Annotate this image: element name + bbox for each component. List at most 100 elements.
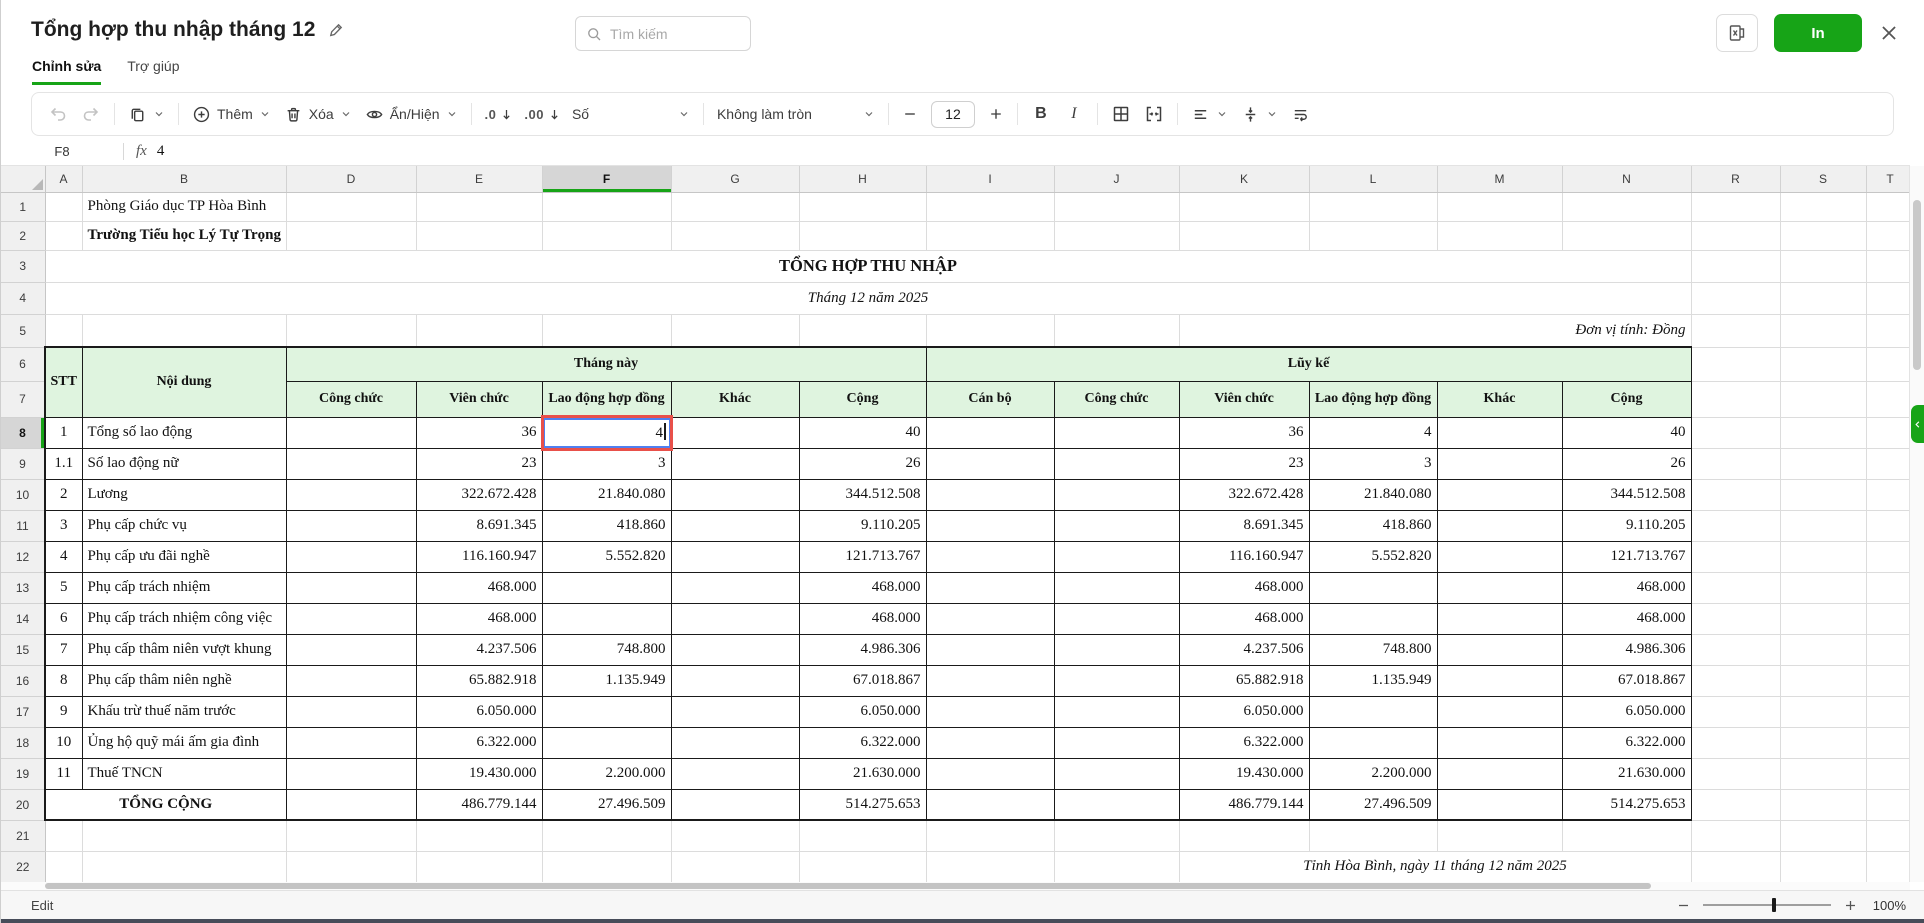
cell-G16[interactable]: [671, 665, 799, 696]
cell-T16[interactable]: [1866, 665, 1910, 696]
cell-K5[interactable]: Đơn vị tính: Đồng: [1179, 314, 1691, 347]
delete-button[interactable]: Xóa: [284, 105, 352, 124]
cell-reference-box[interactable]: F8: [1, 144, 123, 159]
cell-M9[interactable]: [1437, 448, 1562, 479]
cell-H15[interactable]: 4.986.306: [799, 634, 926, 665]
cell-R11[interactable]: [1691, 510, 1780, 541]
cell-S18[interactable]: [1780, 727, 1866, 758]
cell-S8[interactable]: [1780, 417, 1866, 448]
cell-T22[interactable]: [1866, 851, 1910, 882]
col-header-T[interactable]: T: [1866, 166, 1910, 192]
borders-button[interactable]: [1111, 104, 1131, 124]
search-input[interactable]: [610, 26, 740, 42]
font-size-decrease-button[interactable]: [902, 106, 918, 122]
cell-F17[interactable]: [542, 696, 671, 727]
search-box[interactable]: [575, 16, 751, 51]
vertical-scrollbar[interactable]: [1909, 166, 1924, 882]
cell-G5[interactable]: [671, 314, 799, 347]
export-excel-button[interactable]: [1716, 14, 1758, 52]
cell-L20[interactable]: 27.496.509: [1309, 789, 1437, 820]
cell-H9[interactable]: 26: [799, 448, 926, 479]
font-size-value[interactable]: 12: [931, 101, 975, 128]
cell-K18[interactable]: 6.322.000: [1179, 727, 1309, 758]
cell-T6[interactable]: [1866, 347, 1910, 381]
cell-H5[interactable]: [799, 314, 926, 347]
cell-D17[interactable]: [286, 696, 416, 727]
cell-J11[interactable]: [1054, 510, 1179, 541]
cell-K7[interactable]: Viên chức: [1179, 381, 1309, 417]
cell-N16[interactable]: 67.018.867: [1562, 665, 1691, 696]
cell-J18[interactable]: [1054, 727, 1179, 758]
col-header-F[interactable]: F: [542, 166, 671, 192]
zoom-slider[interactable]: [1703, 904, 1831, 906]
cell-F22[interactable]: [542, 851, 671, 882]
cell-S13[interactable]: [1780, 572, 1866, 603]
cell-S11[interactable]: [1780, 510, 1866, 541]
cell-I14[interactable]: [926, 603, 1054, 634]
zoom-in-button[interactable]: [1843, 898, 1858, 913]
cell-T18[interactable]: [1866, 727, 1910, 758]
cell-L16[interactable]: 1.135.949: [1309, 665, 1437, 696]
cell-H22[interactable]: [799, 851, 926, 882]
cell-J10[interactable]: [1054, 479, 1179, 510]
cell-T19[interactable]: [1866, 758, 1910, 789]
cell-M20[interactable]: [1437, 789, 1562, 820]
row-header-2[interactable]: 2: [1, 221, 45, 250]
cell-I19[interactable]: [926, 758, 1054, 789]
col-header-R[interactable]: R: [1691, 166, 1780, 192]
cell-R13[interactable]: [1691, 572, 1780, 603]
cell-K8[interactable]: 36: [1179, 417, 1309, 448]
cell-T20[interactable]: [1866, 789, 1910, 820]
cell-D19[interactable]: [286, 758, 416, 789]
cell-E5[interactable]: [416, 314, 542, 347]
cell-R20[interactable]: [1691, 789, 1780, 820]
vertical-align-dropdown[interactable]: [1241, 105, 1278, 124]
cell-E22[interactable]: [416, 851, 542, 882]
cell-G1[interactable]: [671, 192, 799, 221]
cell-N14[interactable]: 468.000: [1562, 603, 1691, 634]
cell-B13[interactable]: Phụ cấp trách nhiệm: [82, 572, 286, 603]
cell-R5[interactable]: [1691, 314, 1780, 347]
cell-S9[interactable]: [1780, 448, 1866, 479]
cell-N13[interactable]: 468.000: [1562, 572, 1691, 603]
cell-H20[interactable]: 514.275.653: [799, 789, 926, 820]
cell-K14[interactable]: 468.000: [1179, 603, 1309, 634]
cell-H2[interactable]: [799, 221, 926, 250]
cell-T7[interactable]: [1866, 381, 1910, 417]
cell-I8[interactable]: [926, 417, 1054, 448]
row-header-16[interactable]: 16: [1, 665, 45, 696]
cell-S3[interactable]: [1780, 250, 1866, 282]
cell-F7[interactable]: Lao động hợp đồng: [542, 381, 671, 417]
cell-G18[interactable]: [671, 727, 799, 758]
cell-M19[interactable]: [1437, 758, 1562, 789]
cell-K17[interactable]: 6.050.000: [1179, 696, 1309, 727]
row-header-15[interactable]: 15: [1, 634, 45, 665]
cell-E16[interactable]: 65.882.918: [416, 665, 542, 696]
bold-button[interactable]: B: [1031, 105, 1051, 123]
cell-J16[interactable]: [1054, 665, 1179, 696]
cell-D10[interactable]: [286, 479, 416, 510]
cell-E17[interactable]: 6.050.000: [416, 696, 542, 727]
cell-B1[interactable]: Phòng Giáo dục TP Hòa Bình: [82, 192, 286, 221]
cell-L15[interactable]: 748.800: [1309, 634, 1437, 665]
cell-J14[interactable]: [1054, 603, 1179, 634]
italic-button[interactable]: I: [1064, 105, 1084, 123]
cell-B12[interactable]: Phụ cấp ưu đãi nghề: [82, 541, 286, 572]
row-header-1[interactable]: 1: [1, 192, 45, 221]
cell-T17[interactable]: [1866, 696, 1910, 727]
cell-A18[interactable]: 10: [45, 727, 82, 758]
cell-I15[interactable]: [926, 634, 1054, 665]
cell-F18[interactable]: [542, 727, 671, 758]
col-header-N[interactable]: N: [1562, 166, 1691, 192]
cell-R4[interactable]: [1691, 282, 1780, 314]
cell-I16[interactable]: [926, 665, 1054, 696]
cell-R15[interactable]: [1691, 634, 1780, 665]
cell-I9[interactable]: [926, 448, 1054, 479]
cell-S14[interactable]: [1780, 603, 1866, 634]
cell-M15[interactable]: [1437, 634, 1562, 665]
cell-F13[interactable]: [542, 572, 671, 603]
cell-A11[interactable]: 3: [45, 510, 82, 541]
cell-G12[interactable]: [671, 541, 799, 572]
cell-F14[interactable]: [542, 603, 671, 634]
tab-help[interactable]: Trợ giúp: [127, 58, 179, 85]
